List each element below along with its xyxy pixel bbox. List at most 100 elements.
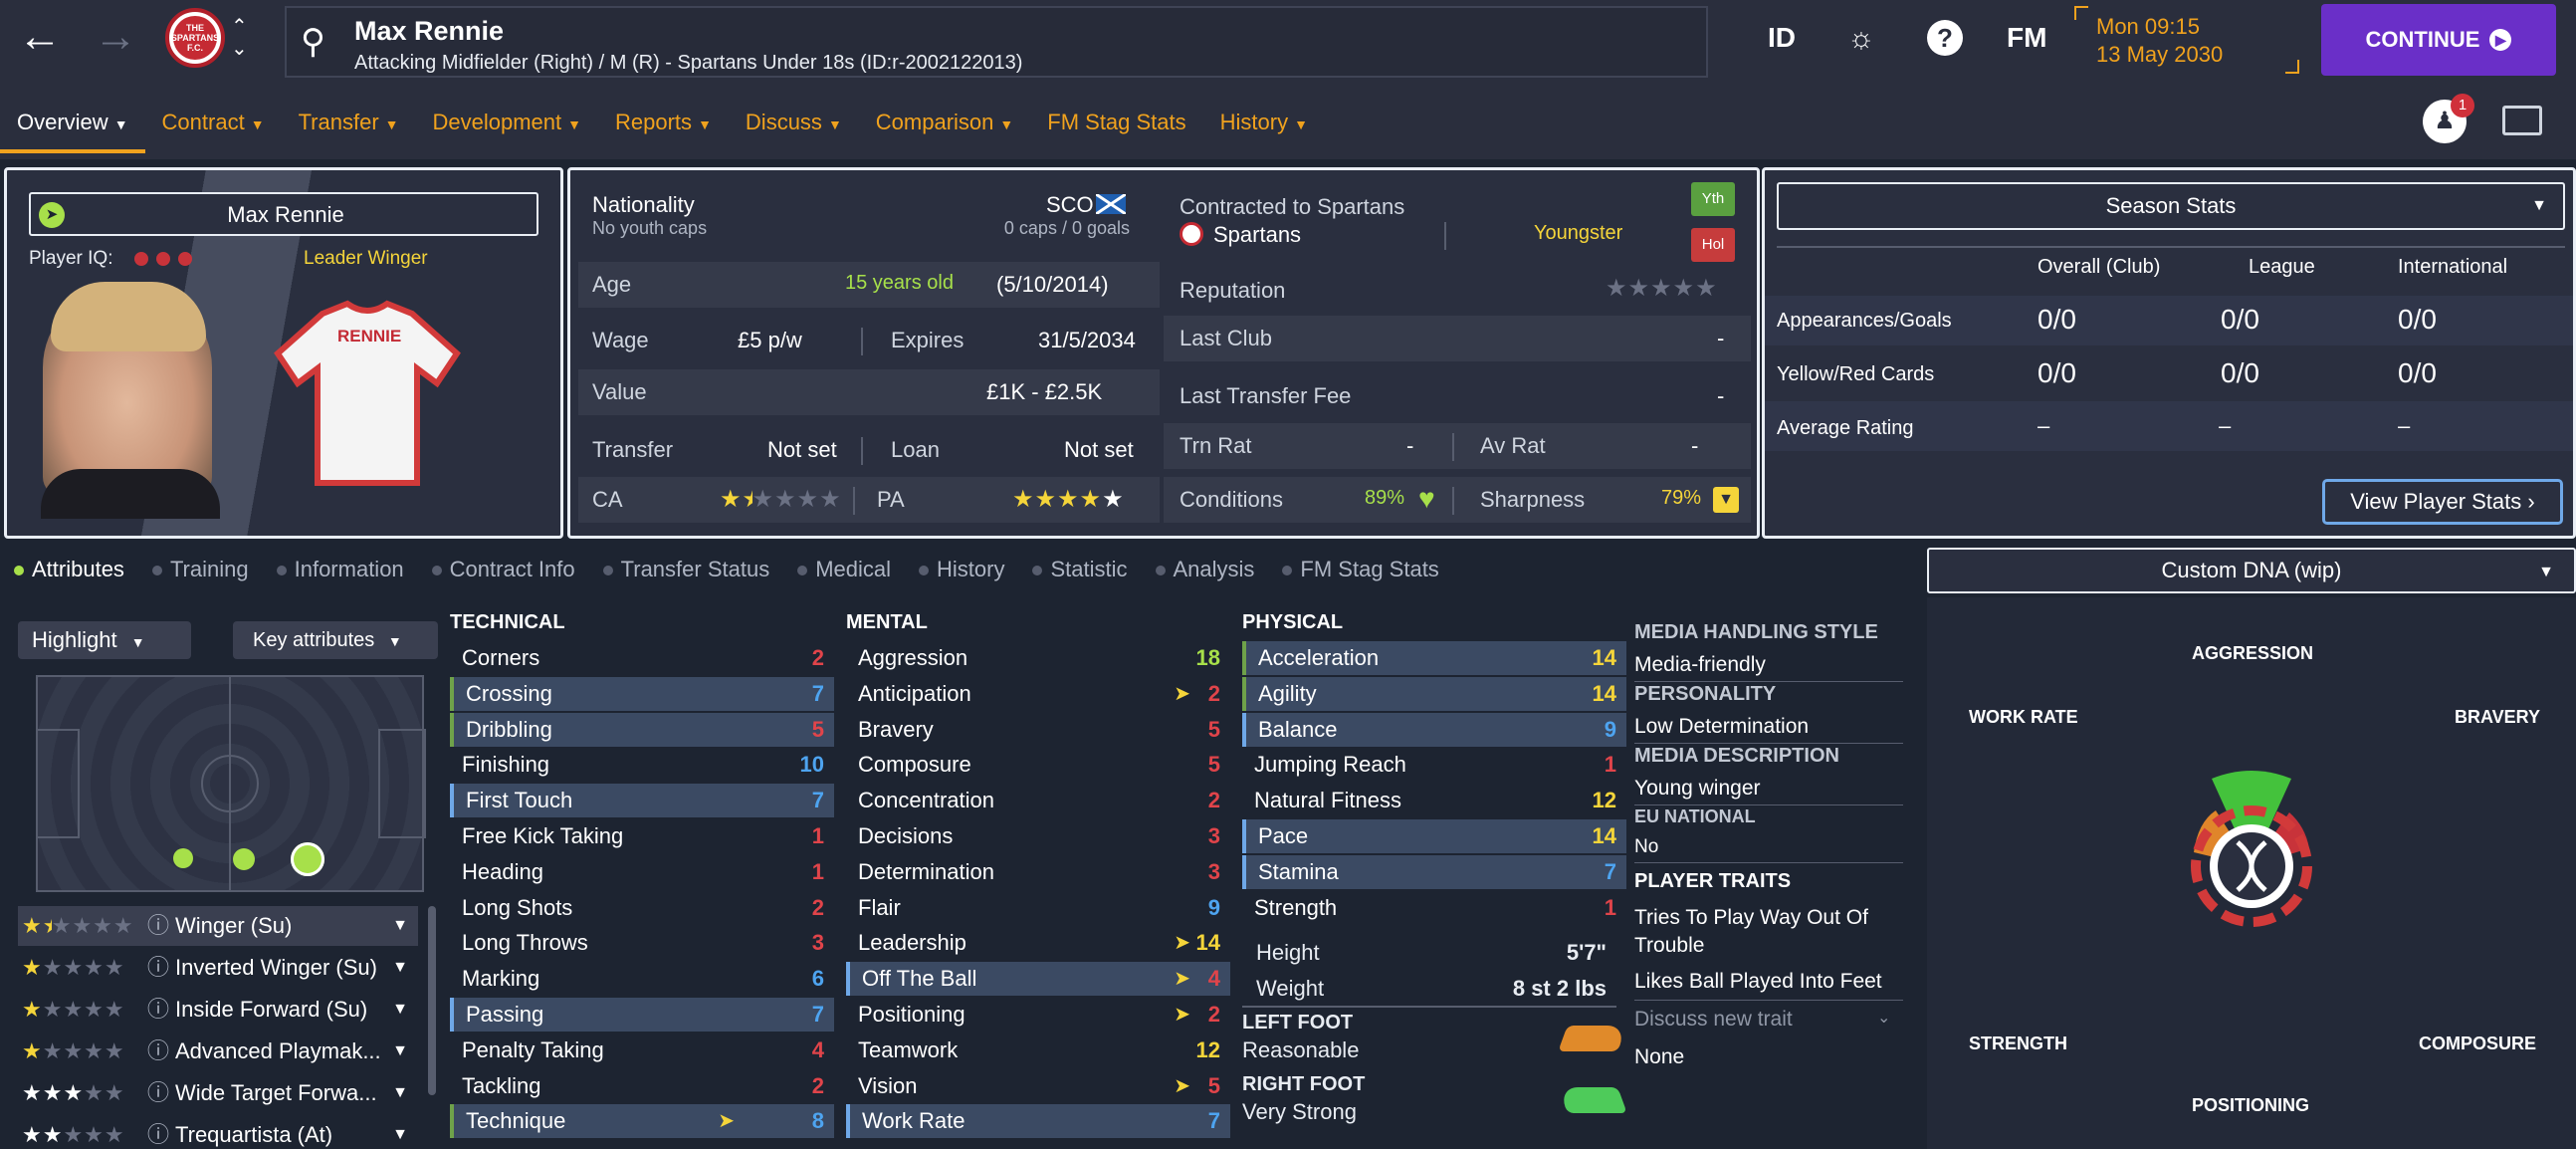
role-row[interactable]: ★★★★★ ⓘ Trequartista (At) ▼	[18, 1115, 418, 1149]
tab-overview[interactable]: Overview ▼	[0, 100, 145, 153]
role-row[interactable]: ★★★★★★ ⓘ Winger (Su) ▼	[18, 906, 418, 946]
attribute-row[interactable]: Long Throws 3	[450, 926, 834, 960]
attribute-row[interactable]: Vision ➤ 5	[846, 1069, 1230, 1103]
holiday-badge: Hol	[1691, 228, 1735, 262]
personality-label: PERSONALITY	[1634, 683, 1777, 705]
roles-scrollbar[interactable]	[428, 906, 436, 1095]
attribute-row[interactable]: Off The Ball ➤ 4	[846, 962, 1230, 997]
shirt-image	[274, 300, 461, 486]
date-of-birth: (5/10/2014)	[996, 272, 1109, 297]
attribute-row[interactable]: Penalty Taking 4	[450, 1034, 834, 1067]
attribute-row[interactable]: Positioning ➤ 2	[846, 998, 1230, 1032]
player-switch-arrows[interactable]: ⌃ ⌄	[231, 16, 248, 60]
highlight-dropdown[interactable]: Highlight ▼	[18, 621, 191, 659]
tab-transfer[interactable]: Transfer ▼	[282, 100, 416, 153]
tab-fm-stag-stats[interactable]: FM Stag Stats	[1030, 100, 1202, 153]
player-search-box[interactable]: ⚲ Max Rennie Attacking Midfielder (Right…	[285, 6, 1708, 78]
tab-discuss[interactable]: Discuss ▼	[729, 100, 859, 153]
subtab-attributes[interactable]: Attributes	[0, 557, 138, 582]
attribute-row[interactable]: Finishing 10	[450, 748, 834, 782]
tab-development[interactable]: Development ▼	[416, 100, 599, 153]
role-row[interactable]: ★★★★★ ⓘ Advanced Playmak... ▼	[18, 1032, 418, 1071]
forward-arrow-icon[interactable]: →	[94, 12, 137, 62]
attribute-row[interactable]: Tackling 2	[450, 1069, 834, 1103]
attribute-row[interactable]: Agility 14	[1242, 676, 1626, 711]
subtab-medical[interactable]: Medical	[783, 557, 905, 582]
subtab-fm-stag-stats[interactable]: FM Stag Stats	[1268, 557, 1452, 582]
attribute-row[interactable]: Heading 1	[450, 855, 834, 889]
attribute-value: 7	[1604, 858, 1616, 884]
season-value: 0/0	[2221, 357, 2259, 388]
attribute-row[interactable]: Jumping Reach 1	[1242, 748, 1626, 782]
eu-national-label: EU NATIONAL	[1634, 806, 1756, 826]
attribute-row[interactable]: Decisions 3	[846, 819, 1230, 853]
tab-reports[interactable]: Reports ▼	[598, 100, 729, 153]
attribute-row[interactable]: Teamwork 12	[846, 1034, 1230, 1067]
attribute-row[interactable]: Composure 5	[846, 748, 1230, 782]
subtab-transfer-status[interactable]: Transfer Status	[589, 557, 784, 582]
role-row[interactable]: ★★★★★ ⓘ Inverted Winger (Su) ▼	[18, 948, 418, 988]
attribute-row[interactable]: Balance 9	[1242, 712, 1626, 747]
attribute-row[interactable]: Aggression 18	[846, 641, 1230, 675]
role-row[interactable]: ★★★★★ ⓘ Wide Target Forwa... ▼	[18, 1073, 418, 1113]
subtab-contract-info[interactable]: Contract Info	[418, 557, 589, 582]
attribute-row[interactable]: Leadership ➤ 14	[846, 926, 1230, 960]
fm-icon[interactable]: FM	[2007, 22, 2046, 54]
tab-history[interactable]: History ▼	[1203, 100, 1325, 153]
help-icon[interactable]: ?	[1927, 20, 1963, 56]
pa-stars: ★★★★★	[1012, 486, 1125, 513]
attribute-row[interactable]: Anticipation ➤ 2	[846, 677, 1230, 711]
search-icon[interactable]: ⚲	[301, 22, 325, 62]
brain-icon[interactable]: ☼	[1847, 22, 1875, 56]
attribute-row[interactable]: Strength 1	[1242, 891, 1626, 925]
dna-strength-label: STRENGTH	[1969, 1034, 2067, 1053]
attribute-row[interactable]: Concentration 2	[846, 784, 1230, 817]
chevron-down-icon[interactable]: ⌄	[1877, 1008, 1890, 1028]
view-player-stats-button[interactable]: View Player Stats ›	[2322, 479, 2563, 525]
custom-dna-dropdown[interactable]: Custom DNA (wip) ▼	[1927, 548, 2576, 593]
attribute-row[interactable]: Work Rate 7	[846, 1104, 1230, 1139]
date-box[interactable]: Mon 09:15 13 May 2030	[2074, 6, 2299, 74]
club-name[interactable]: Spartans	[1213, 222, 1301, 248]
attribute-value: 4	[1207, 966, 1220, 992]
key-attributes-dropdown[interactable]: Key attributes ▼	[233, 621, 438, 659]
attribute-row[interactable]: Pace 14	[1242, 819, 1626, 853]
tab-contract[interactable]: Contract ▼	[145, 100, 282, 153]
age-value: 15 years old	[845, 272, 954, 294]
subtab-training[interactable]: Training	[138, 557, 263, 582]
chevron-down-icon: ▼	[392, 1084, 408, 1101]
attribute-trend-icon: ➤	[1174, 932, 1190, 955]
season-stats-dropdown[interactable]: Season Stats ▼	[1777, 182, 2565, 230]
attribute-row[interactable]: Corners 2	[450, 641, 834, 675]
attribute-row[interactable]: Long Shots 2	[450, 891, 834, 925]
attribute-row[interactable]: Dribbling 5	[450, 712, 834, 747]
attribute-row[interactable]: Technique ➤ 8	[450, 1104, 834, 1139]
monitor-icon[interactable]	[2502, 106, 2542, 135]
club-badge[interactable]: THE SPARTANS F.C.	[165, 8, 225, 68]
subtab-analysis[interactable]: Analysis	[1142, 557, 1269, 582]
tab-comparison[interactable]: Comparison ▼	[859, 100, 1030, 153]
subtab-history[interactable]: History	[905, 557, 1018, 582]
reputation-label: Reputation	[1180, 278, 1286, 303]
attribute-row[interactable]: Passing 7	[450, 998, 834, 1032]
back-arrow-icon[interactable]: ←	[18, 12, 62, 62]
attribute-row[interactable]: Natural Fitness 12	[1242, 784, 1626, 817]
continue-button[interactable]: CONTINUE ▶	[2321, 4, 2556, 76]
id-icon[interactable]: ID	[1768, 22, 1796, 54]
chevron-down-icon: ▼	[392, 1001, 408, 1018]
chevron-down-icon: ▼	[2531, 197, 2547, 214]
attribute-row[interactable]: Flair 9	[846, 891, 1230, 925]
attribute-row[interactable]: Bravery 5	[846, 713, 1230, 747]
attribute-row[interactable]: Determination 3	[846, 855, 1230, 889]
discuss-new-trait[interactable]: Discuss new trait	[1634, 1008, 1793, 1032]
attribute-row[interactable]: Free Kick Taking 1	[450, 819, 834, 853]
attribute-row[interactable]: Acceleration 14	[1242, 641, 1626, 675]
attribute-row[interactable]: Marking 6	[450, 962, 834, 996]
attribute-name: First Touch	[466, 788, 573, 813]
attribute-row[interactable]: First Touch 7	[450, 784, 834, 818]
subtab-information[interactable]: Information	[263, 557, 418, 582]
role-row[interactable]: ★★★★★ ⓘ Inside Forward (Su) ▼	[18, 990, 418, 1030]
attribute-row[interactable]: Crossing 7	[450, 676, 834, 711]
subtab-statistic[interactable]: Statistic	[1018, 557, 1141, 582]
attribute-row[interactable]: Stamina 7	[1242, 854, 1626, 889]
